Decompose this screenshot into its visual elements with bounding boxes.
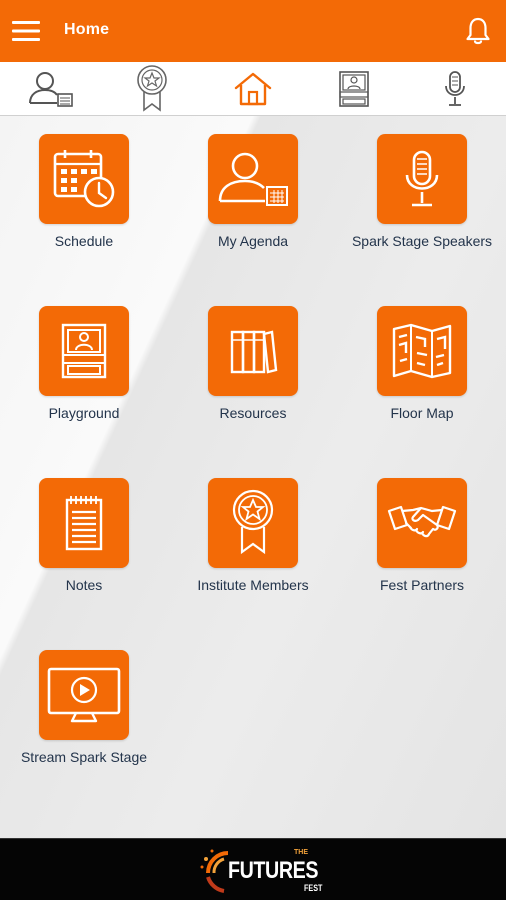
hamburger-menu-icon[interactable] <box>10 18 42 44</box>
tab-home[interactable] <box>202 62 303 116</box>
tile-playground-icon-box <box>39 306 129 396</box>
tile-speakers-icon-box <box>377 134 467 224</box>
tile-floor-map[interactable]: Floor Map <box>338 306 506 422</box>
home-grid: Schedule My Agenda Spark Stage Speakers <box>0 116 506 838</box>
tile-floor-map-icon-box <box>377 306 467 396</box>
home-icon <box>234 72 271 106</box>
app-bar: Home <box>0 0 506 62</box>
tile-resources[interactable]: Resources <box>169 306 337 422</box>
bell-icon[interactable] <box>464 16 492 46</box>
user-calendar-icon <box>28 72 73 107</box>
handshake-icon <box>387 505 457 538</box>
tile-label: My Agenda <box>217 233 289 249</box>
tile-resources-icon-box <box>208 306 298 396</box>
books-icon <box>230 330 278 374</box>
tile-label: Notes <box>65 577 103 593</box>
tile-fest-partners[interactable]: Fest Partners <box>338 478 506 594</box>
microphone-icon <box>405 150 439 207</box>
tile-notes[interactable]: Notes <box>0 478 168 594</box>
map-icon <box>392 323 452 379</box>
tile-schedule-icon-box <box>39 134 129 224</box>
award-ribbon-icon <box>136 65 167 112</box>
tile-label: Fest Partners <box>379 577 465 593</box>
tab-bar <box>0 62 506 116</box>
tile-partners-icon-box <box>377 478 467 568</box>
calendar-clock-icon <box>53 150 115 208</box>
tile-my-agenda-icon-box <box>208 134 298 224</box>
tile-label: Resources <box>219 405 287 421</box>
logo-wordmark: FUTURES <box>228 857 319 884</box>
logo-small-top-text: THE <box>294 849 308 856</box>
tile-spark-stage-speakers[interactable]: Spark Stage Speakers <box>338 134 506 250</box>
tile-label: Stream Spark Stage <box>20 749 148 765</box>
logo-small-bottom-text: FEST <box>304 883 323 893</box>
tile-notes-icon-box <box>39 478 129 568</box>
tile-label: Playground <box>48 405 120 421</box>
tile-label: Spark Stage Speakers <box>351 233 493 249</box>
tile-label: Floor Map <box>390 405 454 421</box>
tile-stream-spark-stage[interactable]: Stream Spark Stage <box>0 650 168 766</box>
notepad-icon <box>65 496 103 551</box>
microphone-icon <box>444 71 465 106</box>
tile-my-agenda[interactable]: My Agenda <box>169 134 337 250</box>
page-title: Home <box>64 21 110 38</box>
tile-playground[interactable]: Playground <box>0 306 168 422</box>
video-monitor-icon <box>47 667 121 723</box>
tab-my-agenda[interactable] <box>0 62 101 116</box>
tile-label: Schedule <box>54 233 114 249</box>
tile-label: Institute Members <box>197 577 309 593</box>
booth-icon <box>338 71 369 107</box>
award-ribbon-icon <box>232 489 274 555</box>
tile-institute-icon-box <box>208 478 298 568</box>
tab-speakers[interactable] <box>404 62 505 116</box>
booth-icon <box>61 323 107 379</box>
tab-institute-members[interactable] <box>101 62 202 116</box>
tile-institute-members[interactable]: Institute Members <box>169 478 337 594</box>
futures-fest-logo: THE FUTURES FEST <box>198 845 322 897</box>
footer-banner: THE FUTURES FEST <box>0 838 506 900</box>
tile-schedule[interactable]: Schedule <box>0 134 168 250</box>
user-calendar-icon <box>218 152 288 206</box>
tab-playground[interactable] <box>303 62 404 116</box>
tile-stream-icon-box <box>39 650 129 740</box>
